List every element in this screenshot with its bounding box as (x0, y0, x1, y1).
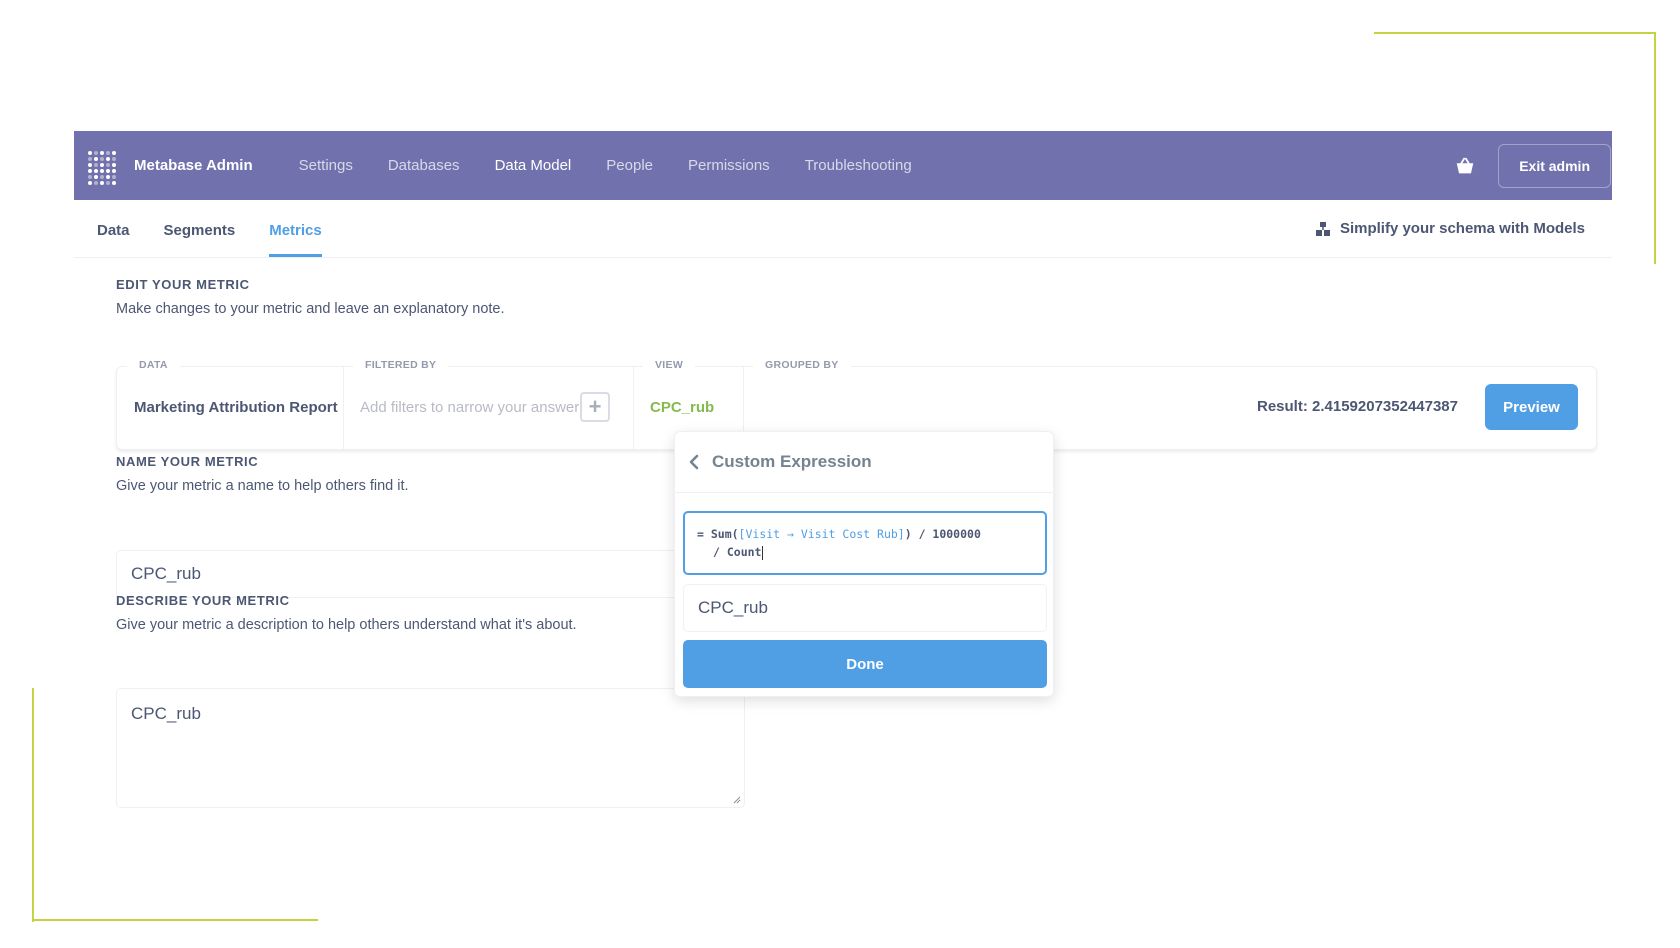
metric-result: Result: 2.4159207352447387 (1257, 398, 1458, 415)
edit-metric-description: Make changes to your metric and leave an… (116, 301, 505, 317)
done-button[interactable]: Done (683, 640, 1047, 688)
tab-segments[interactable]: Segments (164, 222, 236, 257)
exit-admin-button[interactable]: Exit admin (1498, 143, 1611, 188)
grouped-step-label: GROUPED BY (753, 359, 851, 371)
filter-placeholder[interactable]: Add filters to narrow your answer (360, 399, 579, 416)
nav-databases[interactable]: Databases (388, 157, 460, 174)
edit-metric-title: EDIT YOUR METRIC (116, 277, 250, 292)
tab-metrics[interactable]: Metrics (269, 222, 322, 257)
basket-icon[interactable] (1454, 155, 1476, 177)
models-icon (1315, 221, 1330, 236)
tab-data[interactable]: Data (97, 222, 130, 257)
expression-name-input[interactable]: CPC_rub (683, 584, 1047, 632)
custom-expression-popover: Custom Expression = Sum([Visit → Visit C… (674, 431, 1054, 697)
expr-field: [Visit → Visit Cost Rub] (738, 527, 905, 541)
expr-prefix: = Sum( (697, 527, 739, 541)
metabase-admin-app: Metabase Admin Settings Databases Data M… (74, 131, 1612, 821)
decorative-line-top (1374, 32, 1656, 34)
view-step-label: VIEW (643, 359, 696, 371)
add-filter-button[interactable]: + (580, 392, 610, 422)
filter-step-label: FILTERED BY (353, 359, 449, 371)
admin-brand-title: Metabase Admin (134, 157, 253, 174)
preview-button[interactable]: Preview (1485, 384, 1578, 430)
metric-description-value: CPC_rub (131, 704, 201, 723)
decorative-line-left (32, 688, 34, 922)
data-model-tabs: Data Segments Metrics Simplify your sche… (74, 200, 1612, 258)
view-aggregation-value[interactable]: CPC_rub (650, 399, 714, 416)
data-source-value[interactable]: Marketing Attribution Report (134, 399, 338, 416)
expression-editor[interactable]: = Sum([Visit → Visit Cost Rub]) / 100000… (683, 511, 1047, 575)
chevron-left-icon[interactable] (688, 454, 700, 470)
nav-permissions[interactable]: Permissions (688, 157, 770, 174)
nav-settings[interactable]: Settings (299, 157, 353, 174)
resize-handle-icon[interactable] (733, 796, 741, 804)
simplify-schema-link[interactable]: Simplify your schema with Models (1315, 220, 1585, 237)
popover-header[interactable]: Custom Expression (675, 432, 1053, 493)
filter-step: FILTERED BY Add filters to narrow your a… (343, 359, 633, 449)
decorative-line-bottom (32, 919, 318, 921)
nav-right-group: Exit admin (1454, 131, 1612, 200)
admin-top-nav: Metabase Admin Settings Databases Data M… (74, 131, 1612, 200)
popover-title: Custom Expression (712, 452, 872, 471)
edit-metric-header: EDIT YOUR METRIC Make changes to your me… (116, 277, 1612, 317)
nav-people[interactable]: People (606, 157, 653, 174)
metabase-logo-icon[interactable] (88, 150, 118, 185)
metric-name-input[interactable]: CPC_rub (116, 550, 746, 598)
metric-description-textarea[interactable]: CPC_rub (116, 688, 745, 808)
nav-data-model[interactable]: Data Model (495, 157, 572, 174)
data-step-label: DATA (127, 359, 180, 371)
expr-line-2: / Count (713, 545, 762, 559)
expr-suffix: ) / 1000000 (904, 527, 981, 541)
data-step: DATA Marketing Attribution Report (117, 359, 343, 449)
decorative-line-right (1654, 32, 1656, 264)
simplify-schema-label: Simplify your schema with Models (1339, 220, 1585, 237)
nav-troubleshooting[interactable]: Troubleshooting (805, 157, 912, 174)
text-caret (762, 545, 764, 560)
